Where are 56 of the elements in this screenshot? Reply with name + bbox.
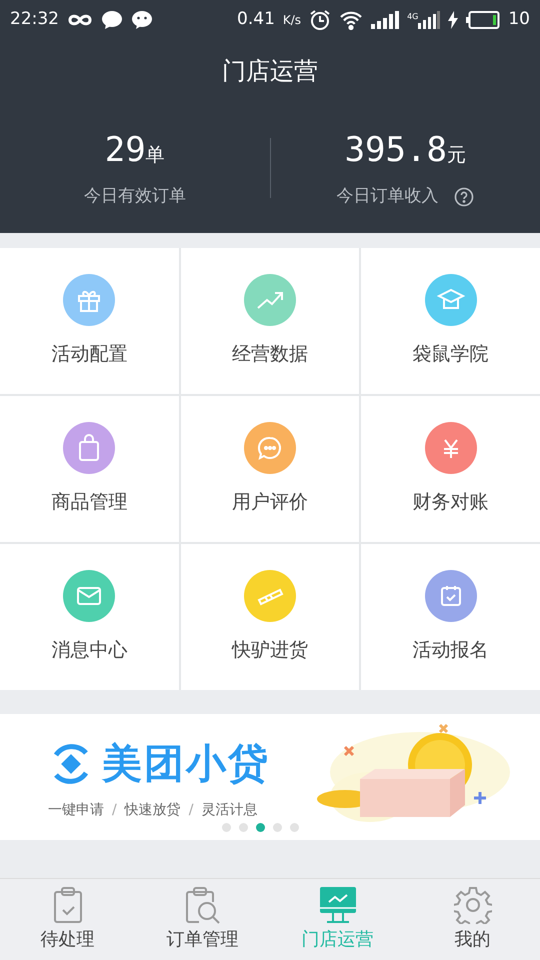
- stat-label: 今日有效订单: [84, 185, 186, 208]
- menu-tile[interactable]: 用户评价: [180, 396, 360, 542]
- tagline: 快速放贷: [124, 800, 181, 820]
- tagline: 灵活计息: [201, 800, 258, 820]
- carousel-dot[interactable]: [256, 823, 265, 832]
- tagline: 一键申请: [48, 800, 104, 820]
- network-type: 4G: [407, 11, 418, 23]
- separator: /: [188, 800, 194, 820]
- menu-tile[interactable]: 活动报名: [361, 544, 540, 690]
- graduation-cap-icon: [436, 288, 465, 312]
- carousel-dot[interactable]: [290, 823, 299, 832]
- chat-bubble-icon: [256, 434, 283, 461]
- charging-icon: [448, 11, 458, 29]
- tab-item[interactable]: 订单管理: [135, 879, 270, 960]
- signal-icon: [371, 11, 400, 29]
- calendar-check-icon: [438, 584, 463, 608]
- battery-percent: 10: [508, 8, 530, 32]
- speed-unit: K/s: [282, 12, 302, 29]
- status-time: 22:32: [10, 8, 59, 32]
- carousel-dot[interactable]: [239, 823, 248, 832]
- alarm-clock-icon: [309, 9, 332, 31]
- menu-tile[interactable]: 经营数据: [180, 248, 360, 394]
- menu-tile[interactable]: 活动配置: [0, 248, 179, 394]
- menu-tile[interactable]: 袋鼠学院: [361, 248, 540, 394]
- carousel-dot[interactable]: [273, 823, 282, 832]
- menu-tile[interactable]: 快驴进货: [180, 544, 360, 690]
- battery-icon: [466, 11, 500, 29]
- envelope-icon: [76, 586, 102, 606]
- stat-value: 29: [104, 129, 146, 172]
- monitor-chart-icon: [318, 886, 356, 924]
- chat-bubble-icon: [101, 10, 123, 30]
- tab-item[interactable]: 待处理: [0, 879, 135, 960]
- wifi-icon: [339, 10, 364, 30]
- page-title: 门店运营: [222, 57, 318, 85]
- stat-unit: 单: [146, 143, 165, 168]
- loan-brand: 美团小贷: [102, 740, 270, 788]
- infinity-icon: [67, 13, 93, 27]
- signal-icon: [418, 11, 440, 29]
- carousel-dot[interactable]: [222, 823, 231, 832]
- clipboard-check-icon: [52, 886, 82, 924]
- separator: /: [112, 800, 117, 820]
- stat-label: 今日订单收入: [336, 185, 438, 208]
- clipboard-search-icon: [184, 886, 220, 924]
- shopping-bag-icon: [77, 434, 102, 462]
- stat-unit: 元: [446, 143, 466, 168]
- tab-item[interactable]: 我的: [405, 879, 540, 960]
- stat-value: 395.8: [344, 129, 447, 172]
- network-speed: 0.41: [237, 8, 275, 32]
- menu-tile[interactable]: 商品管理: [0, 396, 179, 542]
- messenger-icon: [131, 10, 153, 30]
- menu-tile[interactable]: 消息中心: [0, 544, 179, 690]
- settings-icon: [454, 886, 492, 924]
- menu-tile[interactable]: 财务对账: [361, 396, 540, 542]
- help-icon[interactable]: [454, 187, 474, 207]
- loan-banner[interactable]: 美团小贷 一键申请 / 快速放贷 / 灵活计息: [0, 714, 540, 840]
- trend-up-icon: [256, 290, 284, 310]
